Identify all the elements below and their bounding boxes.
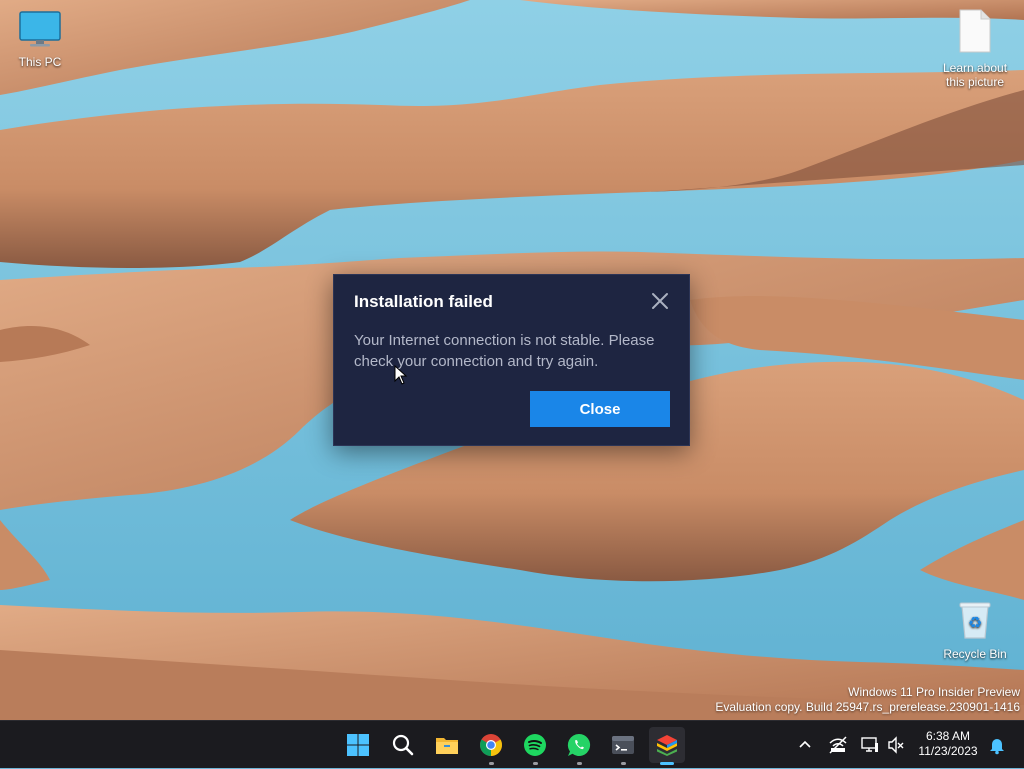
close-button[interactable]: Close <box>530 391 670 427</box>
taskbar-file-explorer[interactable] <box>429 727 465 763</box>
active-indicator <box>660 762 674 765</box>
windows-start-icon <box>347 734 369 756</box>
mouse-cursor-icon <box>394 365 408 385</box>
running-indicator <box>489 762 494 765</box>
recycle-bin-icon: ♻ <box>935 600 1015 643</box>
this-pc-label: This PC <box>18 55 62 69</box>
chevron-up-icon[interactable] <box>797 737 813 758</box>
volume-muted-icon[interactable] <box>886 735 906 760</box>
notification-bell-icon[interactable] <box>987 735 1007 760</box>
taskbar-whatsapp[interactable] <box>561 727 597 765</box>
watermark-line-1: Windows 11 Pro Insider Preview <box>848 685 1020 699</box>
whatsapp-icon <box>567 733 591 756</box>
taskbar-spotify[interactable] <box>517 727 553 765</box>
display-icon[interactable] <box>860 735 880 760</box>
taskbar: 6:38 AM 11/23/2023 <box>0 720 1024 768</box>
start-button[interactable] <box>340 727 376 763</box>
learn-about-picture-desktop-icon[interactable]: Learn about this picture <box>935 8 1015 89</box>
taskbar-terminal[interactable] <box>605 727 641 765</box>
dialog-close-icon[interactable] <box>650 291 670 311</box>
clock-date: 11/23/2023 <box>918 744 978 758</box>
desktop: This PC Learn about this picture ♻ Recyc… <box>0 0 1024 720</box>
bluestacks-icon <box>657 735 677 756</box>
spotify-icon <box>524 734 546 756</box>
network-off-icon[interactable] <box>828 735 848 760</box>
chrome-icon <box>480 734 502 756</box>
running-indicator <box>621 762 626 765</box>
running-indicator <box>533 762 538 765</box>
terminal-icon <box>612 736 634 754</box>
dialog-title: Installation failed <box>354 292 493 311</box>
svg-text:♻: ♻ <box>968 613 982 632</box>
running-indicator <box>577 762 582 765</box>
installation-failed-dialog: Installation failed Your Internet connec… <box>333 274 690 446</box>
recycle-bin-label: Recycle Bin <box>943 647 1007 661</box>
recycle-bin-desktop-icon[interactable]: ♻ Recycle Bin <box>935 600 1015 661</box>
learn-about-picture-label: Learn about this picture <box>942 61 1008 89</box>
taskbar-bluestacks[interactable] <box>649 727 685 765</box>
this-pc-desktop-icon[interactable]: This PC <box>0 10 80 69</box>
watermark-line-2: Evaluation copy. Build 25947.rs_prerelea… <box>715 700 1020 714</box>
taskbar-chrome[interactable] <box>473 727 509 765</box>
monitor-icon <box>0 10 80 51</box>
document-icon <box>935 8 1015 57</box>
taskbar-search-button[interactable] <box>385 727 421 763</box>
clock-time: 6:38 AM <box>925 729 971 743</box>
folder-icon <box>436 738 458 754</box>
clock[interactable]: 6:38 AM 11/23/2023 <box>912 729 984 759</box>
search-icon <box>392 734 414 756</box>
windows-evaluation-watermark: Windows 11 Pro Insider Preview Evaluatio… <box>715 685 1020 715</box>
